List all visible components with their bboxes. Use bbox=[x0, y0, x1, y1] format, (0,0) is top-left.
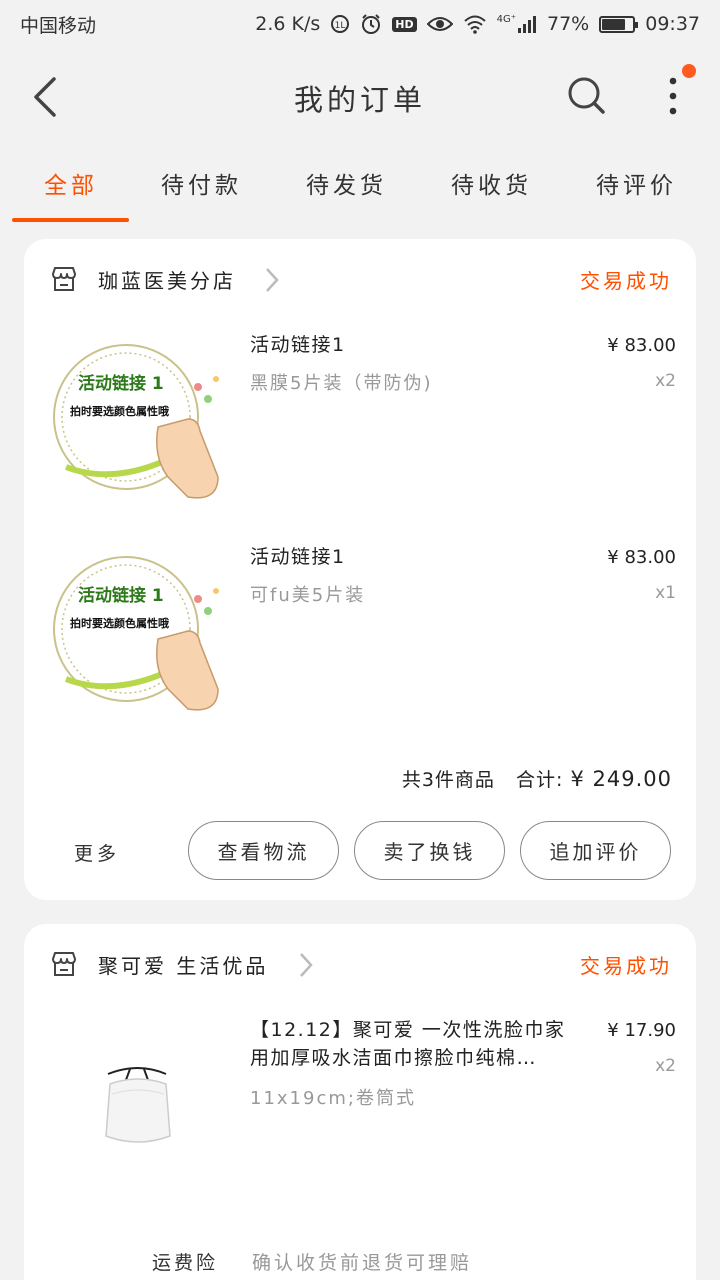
nav-bar: 我的订单 bbox=[0, 55, 720, 139]
thumb-promo-title: 活动链接 1 bbox=[78, 373, 164, 394]
tab-all[interactable]: 全部 bbox=[44, 166, 98, 200]
chevron-right-icon bbox=[266, 268, 279, 292]
notification-dot bbox=[682, 64, 696, 78]
wifi-icon bbox=[463, 14, 487, 34]
product-thumbnail[interactable]: 活动链接 1 拍时要选颜色属性哦 bbox=[48, 327, 236, 515]
product-quantity: x1 bbox=[655, 583, 676, 603]
shop-name[interactable]: 珈蓝医美分店 bbox=[98, 265, 236, 294]
item-count: 共3件商品 bbox=[401, 769, 495, 791]
resell-button[interactable]: 卖了换钱 bbox=[354, 821, 505, 880]
battery-percent: 77% bbox=[547, 13, 590, 35]
product-thumbnail[interactable] bbox=[48, 1024, 236, 1212]
view-logistics-button[interactable]: 查看物流 bbox=[188, 821, 339, 880]
order-status: 交易成功 bbox=[580, 954, 672, 978]
product-sku: 11x19cm;卷筒式 bbox=[250, 1088, 416, 1109]
order-card[interactable]: 珈蓝医美分店 交易成功 活动链接 1 拍时要选颜色属性哦 活动链接1 黑膜5片装… bbox=[24, 239, 696, 900]
tab-pending-shipment[interactable]: 待发货 bbox=[306, 166, 387, 200]
thumb-promo-subtitle: 拍时要选颜色属性哦 bbox=[70, 616, 169, 630]
order-tabs: 全部 待付款 待发货 待收货 待评价 bbox=[0, 150, 720, 226]
tab-pending-receipt[interactable]: 待收货 bbox=[451, 166, 532, 200]
status-icons: 2.6 K/s 1L HD 4G⁺ 77% 09:37 bbox=[255, 13, 700, 35]
store-icon bbox=[52, 267, 76, 291]
hd-icon: HD bbox=[392, 16, 417, 32]
product-title[interactable]: 活动链接1 bbox=[250, 331, 346, 360]
carrier-label: 中国移动 bbox=[20, 14, 97, 37]
clock: 09:37 bbox=[645, 13, 700, 35]
product-quantity: x2 bbox=[655, 371, 676, 391]
product-quantity: x2 bbox=[655, 1056, 676, 1076]
shipping-insurance-label: 运费险 bbox=[152, 1252, 219, 1274]
product-price: ¥ 17.90 bbox=[607, 1020, 676, 1041]
add-review-button[interactable]: 追加评价 bbox=[520, 821, 671, 880]
order-status: 交易成功 bbox=[580, 269, 672, 293]
product-sku: 黑膜5片装（带防伪) bbox=[250, 373, 433, 394]
chevron-right-icon bbox=[300, 953, 313, 977]
order-card[interactable]: 聚可爱 生活优品 交易成功 【12.12】聚可爱 一次性洗脸巾家 用加厚吸水洁面… bbox=[24, 924, 696, 1280]
shipping-insurance-text: 确认收货前退货可理赔 bbox=[252, 1252, 473, 1274]
thumb-promo-subtitle: 拍时要选颜色属性哦 bbox=[70, 404, 169, 418]
data-saver-icon: 1L bbox=[330, 14, 350, 34]
active-tab-indicator bbox=[12, 218, 129, 222]
product-title-line1[interactable]: 【12.12】聚可爱 一次性洗脸巾家 bbox=[250, 1016, 565, 1045]
product-sku: 可fu美5片装 bbox=[250, 585, 366, 606]
search-icon bbox=[568, 77, 605, 114]
battery-level bbox=[602, 18, 626, 30]
total-amount: ¥ 249.00 bbox=[570, 767, 672, 791]
tab-pending-payment[interactable]: 待付款 bbox=[161, 166, 242, 200]
product-price: ¥ 83.00 bbox=[607, 547, 676, 568]
store-icon bbox=[52, 952, 76, 976]
product-thumbnail[interactable]: 活动链接 1 拍时要选颜色属性哦 bbox=[48, 539, 236, 727]
network-speed: 2.6 K/s bbox=[255, 13, 321, 35]
eye-comfort-icon bbox=[426, 15, 453, 33]
more-actions-link[interactable]: 更多 bbox=[74, 839, 120, 866]
shop-header[interactable]: 聚可爱 生活优品 交易成功 bbox=[24, 924, 696, 1004]
signal-icon: 4G⁺ bbox=[497, 14, 537, 34]
tab-pending-review[interactable]: 待评价 bbox=[596, 166, 677, 200]
thumb-promo-title: 活动链接 1 bbox=[78, 585, 164, 606]
svg-text:1L: 1L bbox=[335, 21, 346, 31]
product-title[interactable]: 活动链接1 bbox=[250, 543, 346, 572]
product-price: ¥ 83.00 bbox=[607, 335, 676, 356]
total-label: 合计: bbox=[516, 769, 564, 791]
product-title-line2[interactable]: 用加厚吸水洁面巾擦脸巾纯棉… bbox=[250, 1044, 537, 1073]
order-summary: 共3件商品 合计: ¥ 249.00 bbox=[402, 765, 672, 792]
search-button[interactable] bbox=[566, 75, 606, 115]
status-bar: 中国移动 2.6 K/s 1L HD 4G⁺ 77% 09:37 bbox=[0, 0, 720, 48]
battery-icon bbox=[599, 15, 639, 33]
shop-name[interactable]: 聚可爱 生活优品 bbox=[98, 950, 268, 979]
page-title: 我的订单 bbox=[293, 83, 426, 117]
alarm-icon bbox=[360, 13, 382, 35]
network-type: 4G⁺ bbox=[496, 14, 516, 25]
shop-header[interactable]: 珈蓝医美分店 交易成功 bbox=[24, 239, 696, 319]
